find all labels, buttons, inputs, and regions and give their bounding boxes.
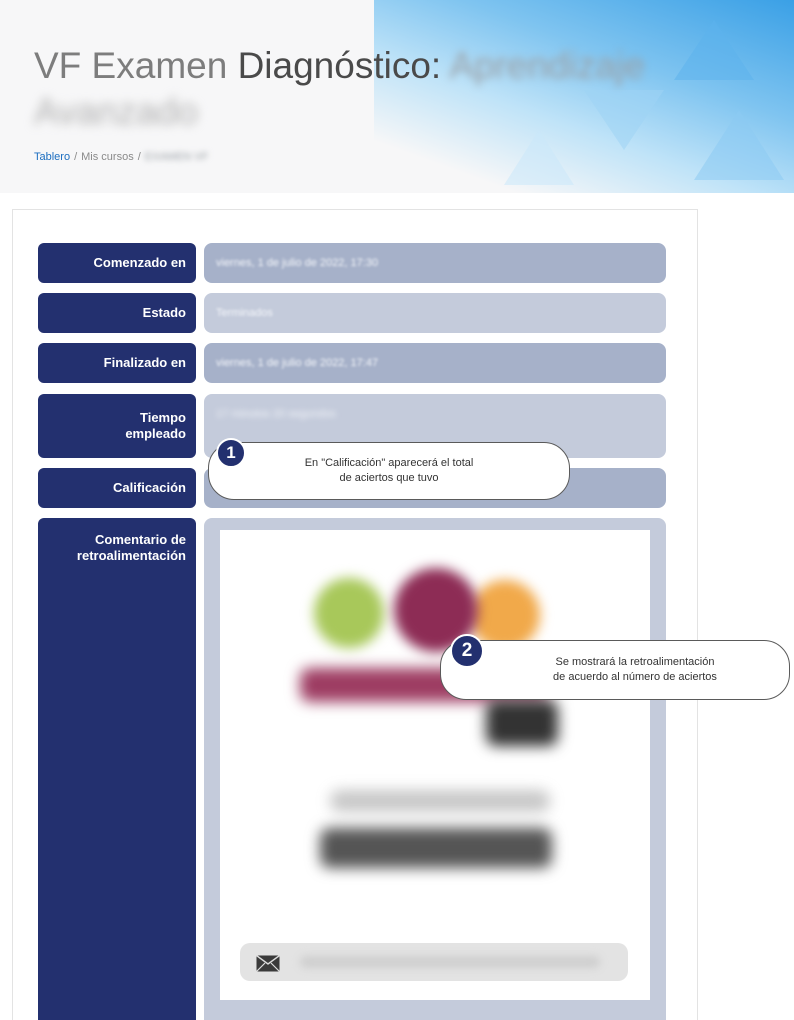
title-line2-blurred: Avanzado [34,91,198,132]
callout-grade-line1: En "Calificación" aparecerá el total [304,457,474,469]
label-feedback-line1: Comentario de [94,532,186,547]
label-time-taken: Tiempo empleado [38,394,196,458]
feedback-text-blurred [330,790,550,812]
value-time-taken-text: 17 minutos 20 segundos [216,408,336,420]
mail-icon [256,955,280,972]
callout-feedback: Se mostrará la retroalimentación de acue… [440,640,790,700]
callout-grade-text: En "Calificación" aparecerá el total de … [305,456,474,486]
label-time-taken-line2: empleado [125,426,186,441]
banner-triangle [504,130,574,185]
callout-feedback-line1: Se mostrará la retroalimentación [555,656,715,668]
label-feedback: Comentario de retroalimentación [38,518,196,1020]
breadcrumb-separator: / [137,151,141,163]
label-time-taken-line1: Tiempo [140,410,186,425]
breadcrumb-separator: / [74,151,78,163]
callout-badge-1: 1 [216,438,246,468]
page-header: VF Examen Diagnóstico: Aprendizaje Avanz… [0,0,794,193]
value-started-on-text: viernes, 1 de julio de 2022, 17:30 [216,257,379,269]
title-text: VF Examen [34,45,228,86]
contact-text-blurred [300,956,600,968]
value-finished-on: viernes, 1 de julio de 2022, 17:47 [204,343,666,383]
title-text-blurred: Aprendizaje [449,45,645,86]
breadcrumb-course-link[interactable]: EXAMEN VF [145,151,209,163]
banner-triangle [584,90,664,150]
breadcrumb-home-link[interactable]: Tablero [34,151,70,163]
value-status-text: Terminados [216,307,273,319]
callout-feedback-line2: de acuerdo al número de aciertos [553,671,717,683]
title-text-strong: Diagnóstico: [237,45,442,86]
callout-feedback-text: Se mostrará la retroalimentación de acue… [553,655,717,685]
page-title: VF Examen Diagnóstico: Aprendizaje [34,44,645,88]
label-status: Estado [38,293,196,333]
banner-triangle [674,20,754,80]
feedback-text-blurred [320,828,552,868]
label-started-on: Comenzado en [38,243,196,283]
banner-triangle [694,110,784,180]
callout-grade: En "Calificación" aparecerá el total de … [208,442,570,500]
label-finished-on: Finalizado en [38,343,196,383]
feedback-image-block [486,700,558,746]
label-feedback-line2: retroalimentación [76,548,186,563]
label-grade: Calificación [38,468,196,508]
value-status: Terminados [204,293,666,333]
value-finished-on-text: viernes, 1 de julio de 2022, 17:47 [216,357,379,369]
breadcrumb-courses-link[interactable]: Mis cursos [81,151,134,163]
callout-badge-2: 2 [450,634,484,668]
callout-grade-line2: de aciertos que tuvo [339,472,439,484]
value-started-on: viernes, 1 de julio de 2022, 17:30 [204,243,666,283]
breadcrumb: Tablero / Mis cursos / EXAMEN VF [34,151,208,163]
feedback-image-blob [314,578,384,648]
